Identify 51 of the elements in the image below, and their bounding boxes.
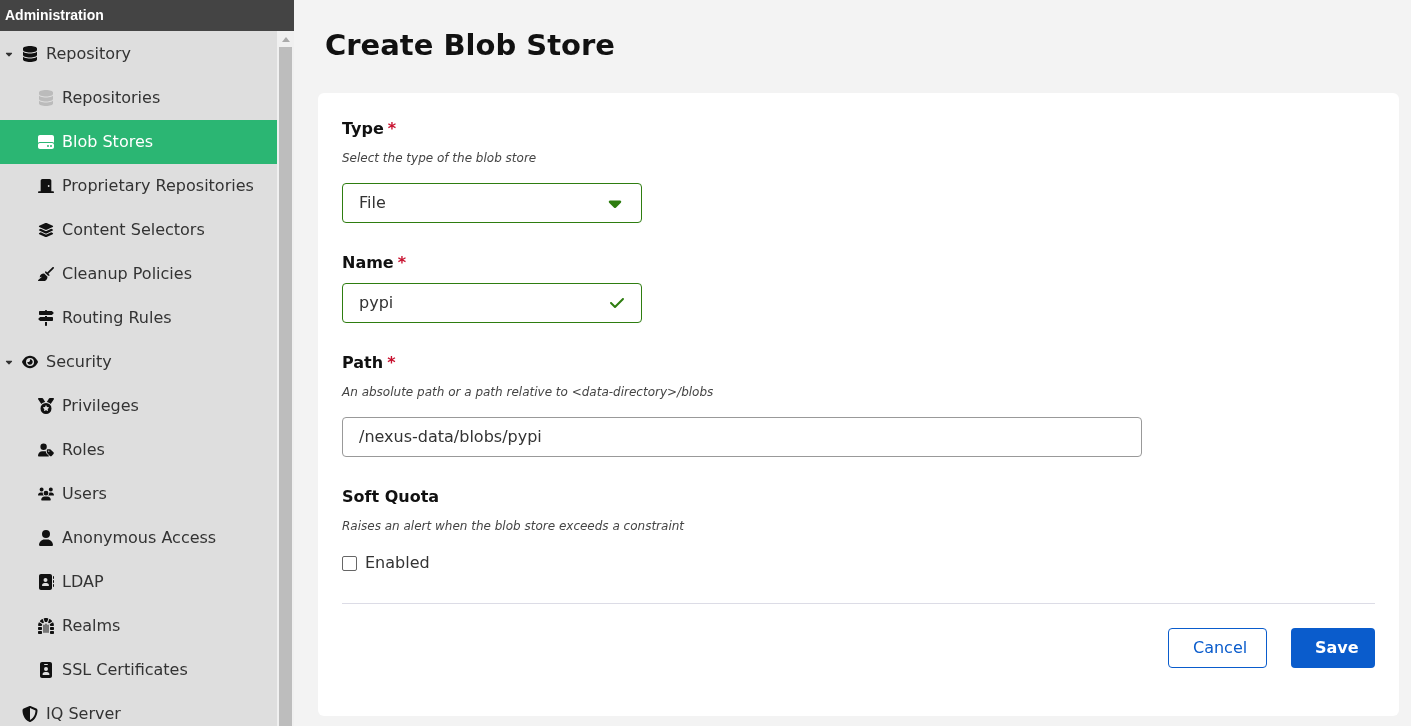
user-tag-icon bbox=[38, 442, 54, 458]
sidebar-item[interactable]: Privileges bbox=[0, 384, 277, 428]
required-mark: * bbox=[387, 352, 396, 374]
sidebar-item[interactable]: LDAP bbox=[0, 560, 277, 604]
field-help-text: Select the type of the blob store bbox=[342, 150, 538, 167]
sidebar-header: Administration bbox=[0, 0, 294, 31]
field-label: Path bbox=[342, 352, 384, 374]
save-button[interactable]: Save bbox=[1291, 628, 1375, 668]
type-select[interactable]: File bbox=[342, 183, 642, 223]
checkbox-label: Enabled bbox=[365, 552, 430, 574]
page-title: Create Blob Store bbox=[324, 26, 616, 64]
checkbox[interactable] bbox=[342, 555, 357, 571]
text-input-field[interactable]: pypi bbox=[342, 283, 642, 323]
required-mark: * bbox=[387, 118, 397, 140]
archway-icon bbox=[38, 618, 54, 634]
sidebar-item[interactable]: Users bbox=[0, 472, 277, 516]
sidebar-item[interactable]: Realms bbox=[0, 604, 277, 648]
hard-drive-icon bbox=[38, 134, 54, 150]
required-mark: * bbox=[397, 252, 407, 274]
door-icon bbox=[38, 178, 54, 194]
check-icon bbox=[609, 295, 625, 311]
medal-icon bbox=[38, 398, 54, 414]
sidebar-item[interactable]: Security bbox=[0, 340, 277, 384]
layers-icon bbox=[38, 222, 54, 238]
field-label: Type bbox=[342, 118, 384, 140]
sidebar-item[interactable]: Repository bbox=[0, 32, 277, 76]
sidebar-item[interactable]: Roles bbox=[0, 428, 277, 472]
cancel-button[interactable]: Cancel bbox=[1168, 628, 1267, 668]
database-icon bbox=[38, 90, 54, 106]
broom-icon bbox=[38, 266, 54, 282]
signpost-icon bbox=[38, 310, 54, 326]
database-icon bbox=[22, 46, 38, 62]
sidebar-item[interactable]: IQ Server bbox=[0, 692, 277, 726]
address-book-icon bbox=[38, 574, 54, 590]
sidebar-item[interactable]: Cleanup Policies bbox=[0, 252, 277, 296]
id-badge-icon bbox=[38, 662, 54, 678]
sidebar-item[interactable]: Content Selectors bbox=[0, 208, 277, 252]
field-label: Soft Quota bbox=[342, 486, 440, 508]
sidebar-item[interactable]: SSL Certificates bbox=[0, 648, 277, 692]
sidebar-item[interactable]: Routing Rules bbox=[0, 296, 277, 340]
users-icon bbox=[38, 486, 54, 502]
sidebar-item[interactable]: Proprietary Repositories bbox=[0, 164, 277, 208]
field-help-text: Raises an alert when the blob store exceeds a constraint bbox=[342, 518, 686, 535]
user-icon bbox=[38, 530, 54, 546]
text-input-field[interactable]: /nexus-data/blobs/pypi bbox=[342, 417, 1142, 457]
sidebar-item[interactable]: Repositories bbox=[0, 76, 277, 120]
field-help-text: An absolute path or a path relative to <data-directory>/blobs bbox=[342, 384, 715, 401]
shield-icon bbox=[22, 706, 38, 722]
field-label: Name bbox=[342, 252, 394, 274]
eye-icon bbox=[22, 354, 38, 370]
sidebar-item[interactable]: Anonymous Access bbox=[0, 516, 277, 560]
